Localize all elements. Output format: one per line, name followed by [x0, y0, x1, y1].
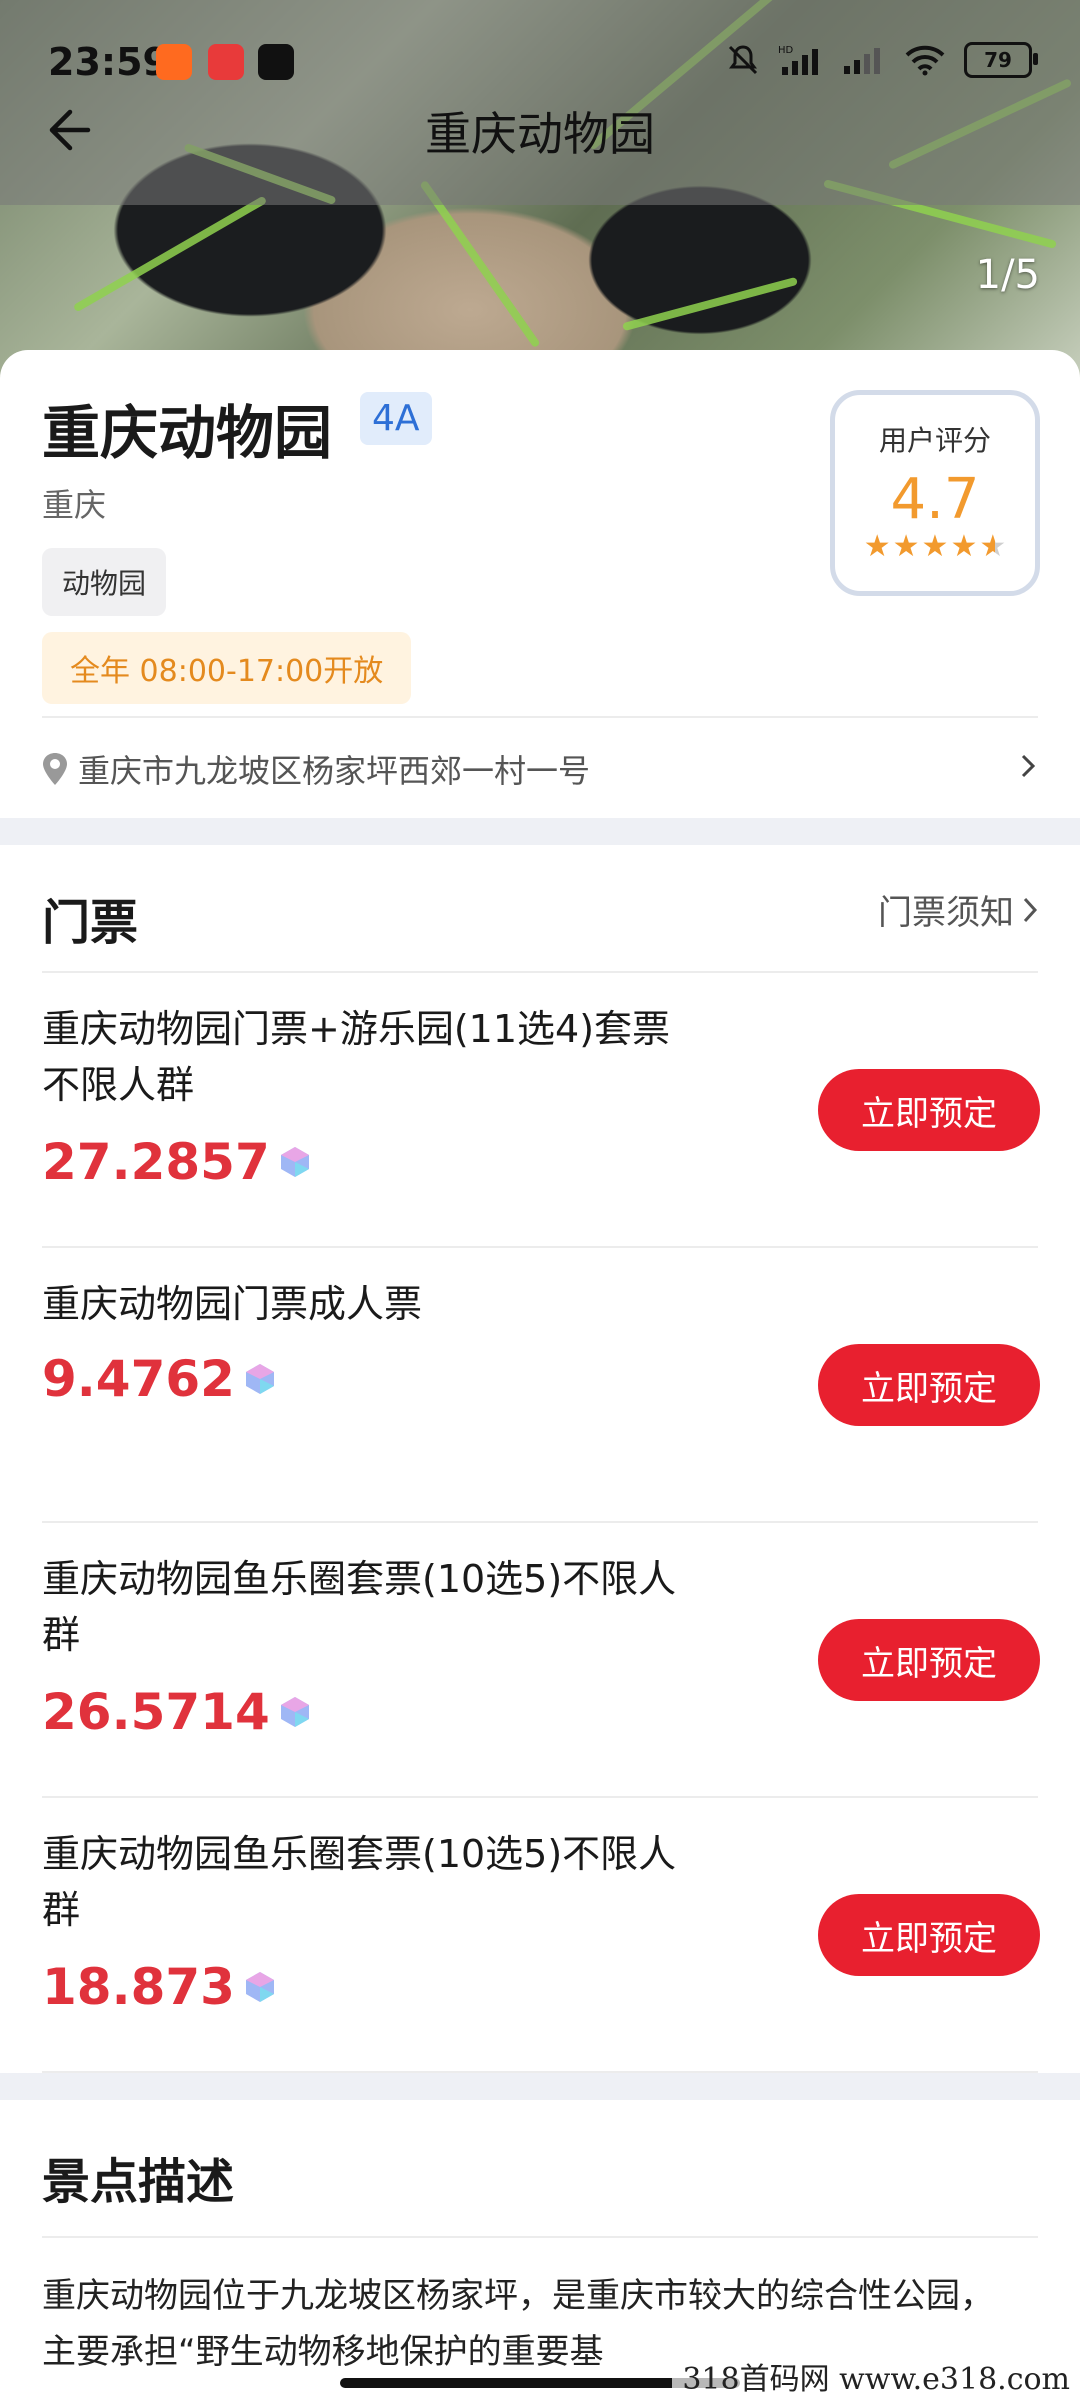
star-icon: ★	[863, 529, 891, 564]
battery-icon: 79	[964, 42, 1038, 78]
half-star-icon: ★	[979, 529, 1007, 564]
attraction-name: 重庆动物园	[42, 399, 333, 467]
tickets-section: 门票 门票须知 重庆动物园门票+游乐园(11选4)套票不限人群 27.2857 …	[0, 845, 1080, 2073]
divider	[42, 2071, 1038, 2073]
ticket-price: 27.2857	[42, 1133, 312, 1191]
status-time: 23:59	[48, 40, 169, 84]
chevron-right-icon	[1023, 897, 1038, 922]
book-now-button[interactable]: 立即预定	[818, 1069, 1040, 1151]
ticket-row[interactable]: 重庆动物园门票成人票 9.4762 立即预定	[0, 1248, 1080, 1523]
star-icon: ★	[950, 529, 978, 564]
rating-score: 4.7	[890, 467, 980, 532]
wifi-icon	[905, 45, 945, 76]
ticket-price-value: 18.873	[42, 1958, 235, 2016]
description-title: 景点描述	[42, 2154, 235, 2210]
attraction-info-card: 重庆动物园 4A 重庆 动物园 全年 08:00-17:00开放 用户评分 4.…	[0, 350, 1080, 818]
ticket-name: 重庆动物园鱼乐圈套票(10选5)不限人群	[42, 1557, 677, 1657]
divider	[42, 716, 1038, 718]
kuaishou-icon	[156, 44, 192, 80]
kankan-icon	[208, 44, 244, 80]
level-badge: 4A	[360, 392, 432, 445]
attraction-city: 重庆	[42, 486, 107, 524]
divider	[42, 2236, 1038, 2238]
page-title: 重庆动物园	[425, 107, 655, 161]
book-now-button[interactable]: 立即预定	[818, 1344, 1040, 1426]
opening-hours: 全年 08:00-17:00开放	[42, 632, 412, 704]
diamond-icon	[280, 1147, 309, 1177]
ticket-price-value: 9.4762	[42, 1350, 235, 1408]
ticket-row[interactable]: 重庆动物园鱼乐圈套票(10选5)不限人群 18.873 立即预定	[0, 1798, 1080, 2073]
rating-label: 用户评分	[878, 424, 991, 457]
ticket-price: 26.5714	[42, 1683, 312, 1741]
mute-icon	[728, 45, 758, 75]
ticket-name: 重庆动物园门票成人票	[42, 1282, 423, 1326]
address-row[interactable]: 重庆市九龙坡区杨家坪西郊一村一号	[42, 746, 590, 792]
category-tag: 动物园	[42, 548, 167, 616]
svg-text:HD: HD	[778, 45, 794, 56]
address-text: 重庆市九龙坡区杨家坪西郊一村一号	[78, 752, 591, 790]
ticket-price-value: 27.2857	[42, 1133, 270, 1191]
ticket-name: 重庆动物园门票+游乐园(11选4)套票不限人群	[42, 1007, 671, 1107]
chevron-right-icon[interactable]	[1016, 754, 1040, 778]
diamond-icon	[280, 1697, 309, 1727]
ticket-row[interactable]: 重庆动物园鱼乐圈套票(10选5)不限人群 26.5714 立即预定	[0, 1523, 1080, 1798]
tiktok-icon	[258, 44, 294, 80]
tickets-title: 门票	[42, 895, 139, 951]
book-now-button[interactable]: 立即预定	[818, 1619, 1040, 1701]
hd-signal-icon: HD	[778, 45, 818, 75]
image-counter: 1/5	[975, 252, 1040, 298]
star-icon: ★	[892, 529, 920, 564]
diamond-icon	[245, 1364, 274, 1394]
ticket-price: 18.873	[42, 1958, 277, 2016]
diamond-icon	[245, 1972, 274, 2002]
rating-box[interactable]: 用户评分 4.7 ★ ★ ★ ★ ★	[830, 390, 1040, 596]
star-icon: ★	[921, 529, 949, 564]
signal-icon	[844, 48, 880, 74]
ticket-notice-label: 门票须知	[878, 893, 1014, 933]
book-now-button[interactable]: 立即预定	[818, 1894, 1040, 1976]
location-pin-icon	[43, 753, 67, 785]
ticket-price-value: 26.5714	[42, 1683, 270, 1741]
rating-stars: ★ ★ ★ ★ ★	[835, 532, 1035, 562]
ticket-price: 9.4762	[42, 1350, 277, 1408]
ticket-name: 重庆动物园鱼乐圈套票(10选5)不限人群	[42, 1832, 677, 1932]
watermark: 318首码网 www.e318.com	[672, 2352, 1080, 2400]
ticket-notice-link[interactable]: 门票须知	[878, 885, 1040, 934]
ticket-row[interactable]: 重庆动物园门票+游乐园(11选4)套票不限人群 27.2857 立即预定	[0, 973, 1080, 1248]
